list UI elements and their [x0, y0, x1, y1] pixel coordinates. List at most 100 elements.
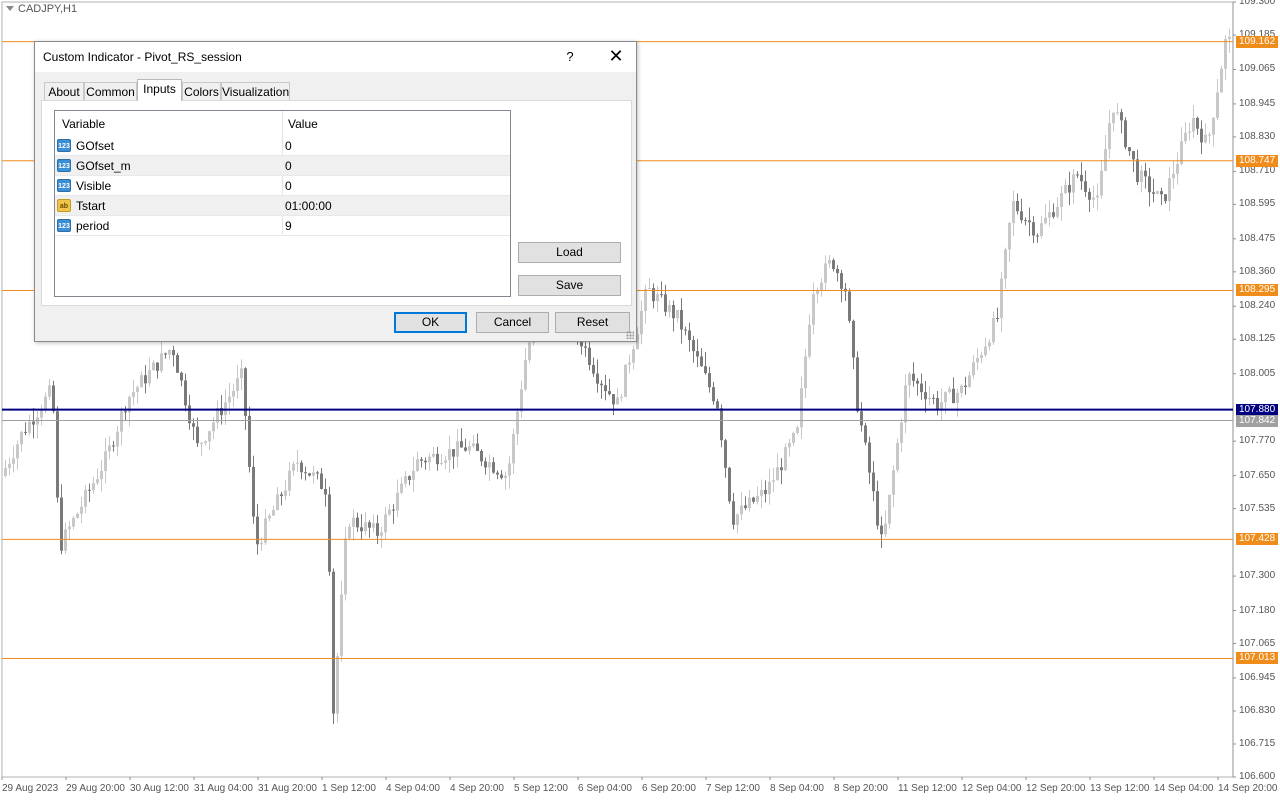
chart-menu-triangle-icon[interactable] — [6, 6, 14, 11]
price-tick-label: 106.945 — [1239, 671, 1276, 683]
candle-body — [60, 497, 63, 551]
candle-body — [1056, 207, 1059, 217]
candle-body — [592, 364, 595, 374]
tab-colors[interactable]: Colors — [182, 82, 221, 100]
candle-body — [1172, 173, 1175, 179]
input-row[interactable]: 123 Visible 0 — [55, 176, 510, 196]
tab-inputs[interactable]: Inputs — [137, 79, 182, 101]
candle-body — [880, 525, 883, 535]
dialog-titlebar[interactable]: Custom Indicator - Pivot_RS_session ? ✕ — [35, 42, 636, 72]
candle-body — [368, 522, 371, 528]
candle-body — [32, 421, 35, 425]
level-price-tag: 109.162 — [1236, 35, 1278, 48]
candle-body — [132, 391, 135, 397]
candle-body — [1124, 120, 1127, 148]
candle-body — [996, 318, 999, 320]
string-icon: ab — [57, 199, 71, 212]
candle-body — [124, 411, 127, 413]
candle-body — [488, 462, 491, 468]
input-row[interactable]: 123 GOfset 0 — [55, 136, 510, 156]
candle-body — [28, 421, 31, 433]
candle-body — [972, 362, 975, 376]
candle-body — [964, 385, 967, 387]
candle-body — [936, 397, 939, 410]
input-row[interactable]: 123 period 9 — [55, 216, 510, 236]
candle-body — [236, 378, 239, 391]
tab-common[interactable]: Common — [84, 82, 137, 100]
candle-body — [232, 390, 235, 397]
candle-body — [1196, 117, 1199, 129]
price-tick-label: 108.005 — [1239, 367, 1276, 379]
candle-body — [84, 489, 87, 507]
candle-body — [248, 415, 251, 467]
candle-body — [156, 362, 159, 371]
candle-body — [984, 346, 987, 356]
candle-body — [104, 451, 107, 471]
candle-body — [644, 288, 647, 311]
inputs-panel: Variable Value 123 GOfset 0 123 GOfset_m 0 123… — [41, 100, 632, 306]
candle-body — [876, 491, 879, 526]
candle-body — [372, 523, 375, 528]
candle-body — [1028, 220, 1031, 223]
candle-body — [228, 396, 231, 403]
time-tick-label: 1 Sep 12:00 — [322, 783, 376, 794]
candle-body — [256, 516, 259, 545]
column-header-value[interactable]: Value — [288, 117, 318, 131]
input-row[interactable]: ab Tstart 01:00:00 — [55, 196, 510, 216]
price-tick-label: 107.300 — [1239, 570, 1276, 582]
resize-grip-icon[interactable] — [626, 331, 634, 339]
candle-body — [408, 476, 411, 481]
candle-body — [80, 506, 83, 514]
input-value[interactable]: 9 — [285, 219, 292, 233]
candle-body — [112, 445, 115, 447]
candle-body — [1164, 194, 1167, 202]
candle-body — [1020, 211, 1023, 221]
candle-body — [624, 364, 627, 397]
candle-body — [292, 463, 295, 471]
candle-body — [512, 433, 515, 464]
price-tick-label: 107.535 — [1239, 502, 1276, 514]
price-tick-label: 107.650 — [1239, 469, 1276, 481]
candle-body — [136, 387, 139, 392]
candle-body — [1092, 197, 1095, 200]
input-value[interactable]: 01:00:00 — [285, 199, 332, 213]
inputs-grid[interactable]: Variable Value 123 GOfset 0 123 GOfset_m 0 123… — [54, 110, 511, 297]
candle-body — [680, 309, 683, 330]
input-row[interactable]: 123 GOfset_m 0 — [55, 156, 510, 176]
candle-body — [376, 523, 379, 536]
candle-body — [1048, 212, 1051, 218]
save-button[interactable]: Save — [518, 275, 621, 296]
candle-body — [468, 446, 471, 451]
candle-body — [276, 494, 279, 510]
candle-body — [1140, 170, 1143, 183]
help-button[interactable]: ? — [558, 42, 582, 72]
ok-button[interactable]: OK — [394, 312, 467, 333]
reset-button[interactable]: Reset — [555, 312, 630, 333]
candle-body — [420, 459, 423, 461]
column-header-variable[interactable]: Variable — [62, 117, 105, 131]
candle-body — [504, 475, 507, 478]
tab-visualization[interactable]: Visualization — [221, 82, 290, 100]
candle-body — [268, 515, 271, 519]
candle-body — [892, 470, 895, 495]
candle-body — [828, 260, 831, 264]
close-icon[interactable]: ✕ — [601, 42, 631, 72]
tab-about[interactable]: About — [44, 82, 84, 100]
candle-body — [296, 462, 299, 464]
candle-body — [716, 401, 719, 409]
candle-body — [1156, 191, 1159, 194]
load-button[interactable]: Load — [518, 242, 621, 263]
candle-body — [856, 357, 859, 412]
input-value[interactable]: 0 — [285, 159, 292, 173]
cancel-button[interactable]: Cancel — [476, 312, 549, 333]
input-value[interactable]: 0 — [285, 139, 292, 153]
candle-body — [1192, 117, 1195, 132]
candle-body — [1076, 174, 1079, 176]
candle-body — [380, 532, 383, 536]
candle-body — [36, 417, 39, 425]
price-tick-label: 107.065 — [1239, 637, 1276, 649]
input-value[interactable]: 0 — [285, 179, 292, 193]
input-variable-name: Tstart — [76, 199, 106, 213]
candle-body — [772, 480, 775, 482]
candle-body — [888, 494, 891, 524]
